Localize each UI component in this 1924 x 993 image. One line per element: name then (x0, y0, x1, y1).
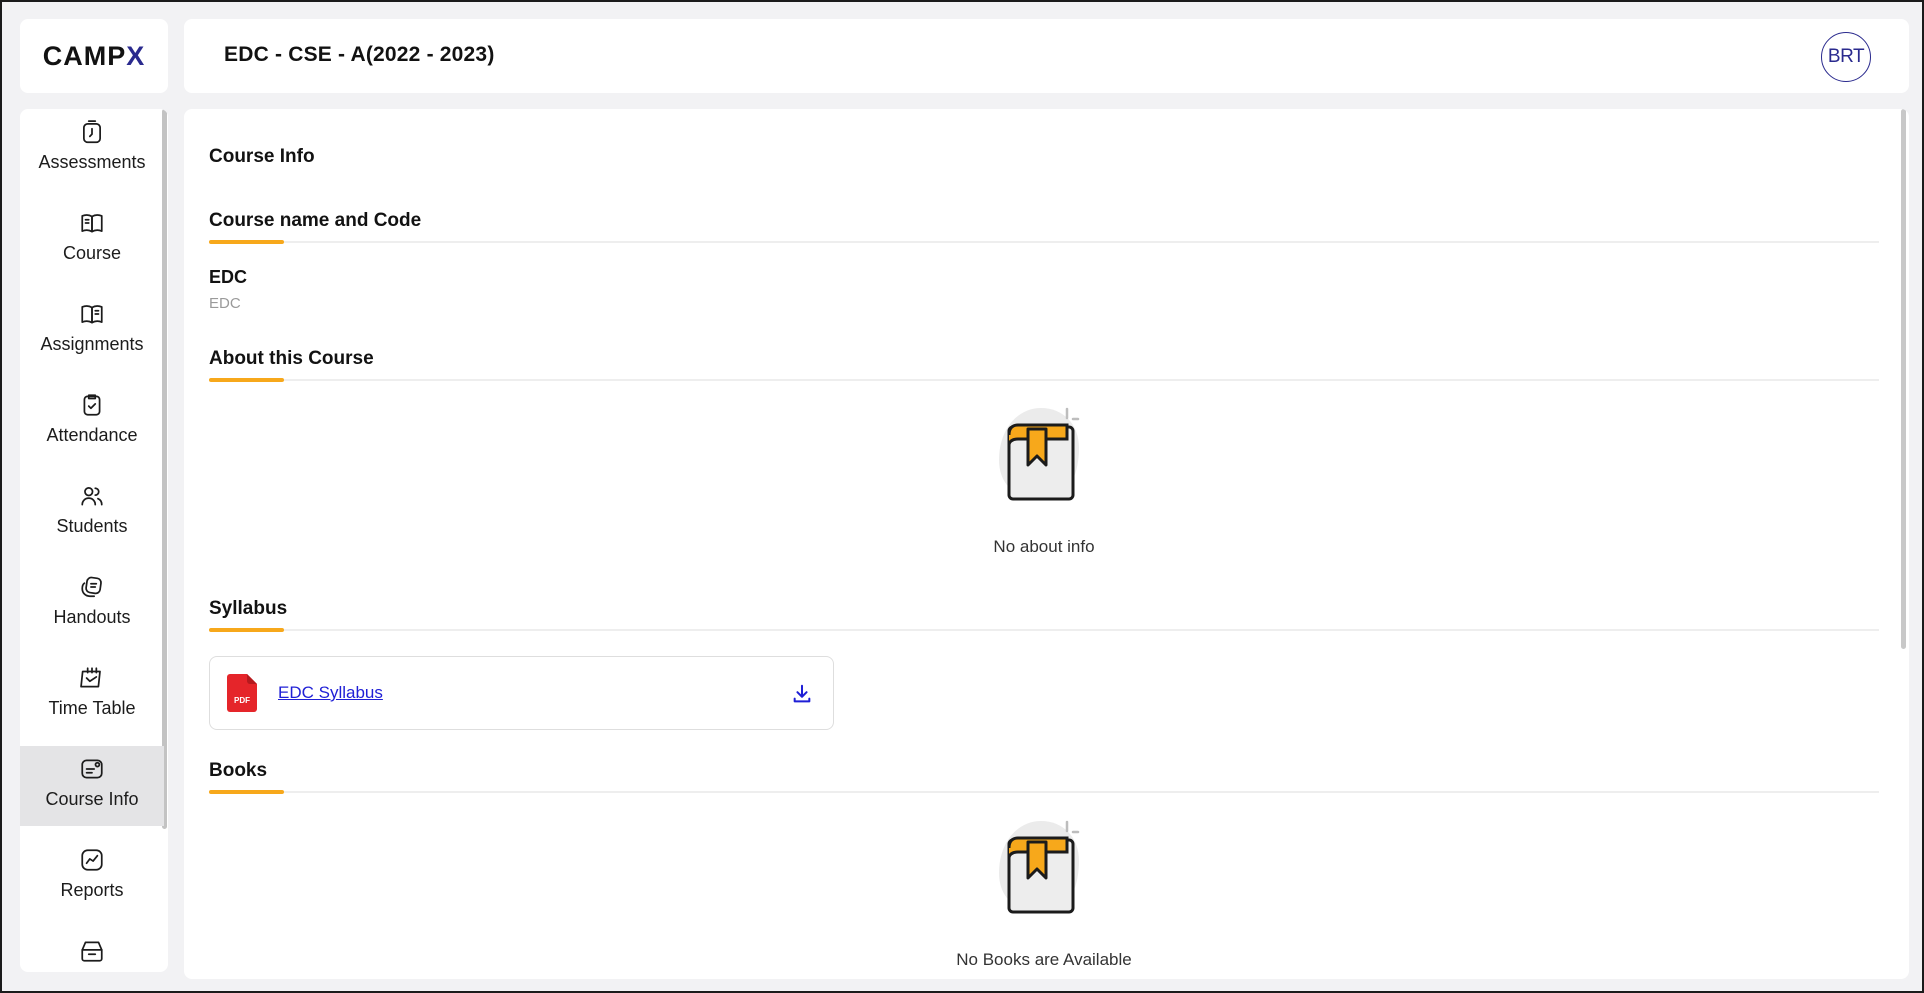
top-header: EDC - CSE - A(2022 - 2023) BRT (184, 19, 1909, 93)
section-title-course-name: Course name and Code (209, 210, 422, 231)
download-icon[interactable] (791, 683, 813, 705)
page-header-title: EDC - CSE - A(2022 - 2023) (224, 43, 495, 66)
about-empty-text: No about info (993, 537, 1095, 556)
users-icon (81, 487, 103, 506)
folder-icon (81, 941, 103, 962)
sidebar: Assessments Course Assignments Attendanc… (20, 109, 168, 972)
section-accent-bar (209, 240, 284, 244)
logo-accent: X (126, 40, 146, 71)
sidebar-item-label: Students (56, 516, 128, 536)
page-title: Course Info (209, 146, 315, 167)
handout-icon (81, 576, 102, 598)
books-empty-text: No Books are Available (956, 950, 1132, 969)
course-code: EDC (209, 295, 241, 312)
sidebar-item-course[interactable]: Course (20, 200, 164, 280)
info-card-icon (81, 759, 103, 779)
syllabus-file-card: PDF EDC Syllabus (209, 656, 834, 730)
section-divider (209, 378, 1879, 382)
logo-card[interactable]: CAMPX (20, 19, 168, 93)
section-accent-bar (209, 378, 284, 382)
sidebar-item-label: Time Table (48, 698, 136, 718)
sidebar-item-assignments[interactable]: Assignments (20, 291, 164, 371)
pdf-label: PDF (234, 696, 250, 705)
pdf-file-icon: PDF (227, 674, 257, 712)
section-title-syllabus: Syllabus (209, 598, 288, 619)
book-open-icon (81, 305, 103, 324)
calendar-icon (80, 667, 101, 688)
app-window: CAMPX EDC - CSE - A(2022 - 2023) BRT Ass… (0, 0, 1924, 993)
section-accent-bar (209, 790, 284, 794)
section-divider (209, 240, 1879, 244)
sidebar-item-more[interactable] (20, 928, 164, 972)
sidebar-item-attendance[interactable]: Attendance (20, 382, 164, 462)
main-content: Course Info Course name and Code EDC EDC… (184, 109, 1909, 979)
sidebar-item-students[interactable]: Students (20, 473, 164, 553)
books-empty-state: No Books are Available (209, 818, 1879, 970)
sidebar-item-label: Handouts (53, 607, 131, 627)
about-empty-state: No about info (209, 405, 1879, 557)
course-name: EDC (209, 267, 248, 287)
section-title-books: Books (209, 760, 268, 781)
main-scrollbar[interactable] (1901, 109, 1906, 649)
campx-logo: CAMPX (43, 41, 146, 72)
chart-icon (81, 849, 103, 871)
sidebar-item-label: Assignments (40, 334, 144, 354)
empty-book-illustration (999, 820, 1080, 914)
sidebar-item-assessments[interactable]: Assessments (20, 109, 164, 189)
user-avatar[interactable]: BRT (1821, 32, 1871, 82)
syllabus-file-link[interactable]: EDC Syllabus (278, 683, 383, 703)
sidebar-item-label: Attendance (46, 425, 138, 445)
sidebar-item-reports[interactable]: Reports (20, 837, 164, 917)
clipboard-check-icon (83, 394, 101, 416)
sidebar-item-course-info[interactable]: Course Info (20, 746, 164, 826)
empty-book-illustration (999, 407, 1080, 501)
book-open-icon (81, 214, 103, 233)
logo-text: CAMP (42, 40, 127, 71)
sidebar-item-handouts[interactable]: Handouts (20, 564, 164, 644)
section-accent-bar (209, 628, 284, 632)
sidebar-item-label: Assessments (38, 152, 146, 172)
section-title-about: About this Course (209, 348, 374, 369)
sidebar-item-label: Reports (60, 880, 124, 900)
section-divider (209, 790, 1879, 794)
sidebar-item-time-table[interactable]: Time Table (20, 655, 164, 735)
stopwatch-icon (83, 120, 101, 144)
sidebar-item-label: Course (62, 243, 122, 263)
sidebar-item-label: Course Info (45, 789, 139, 809)
section-divider (209, 628, 1879, 632)
